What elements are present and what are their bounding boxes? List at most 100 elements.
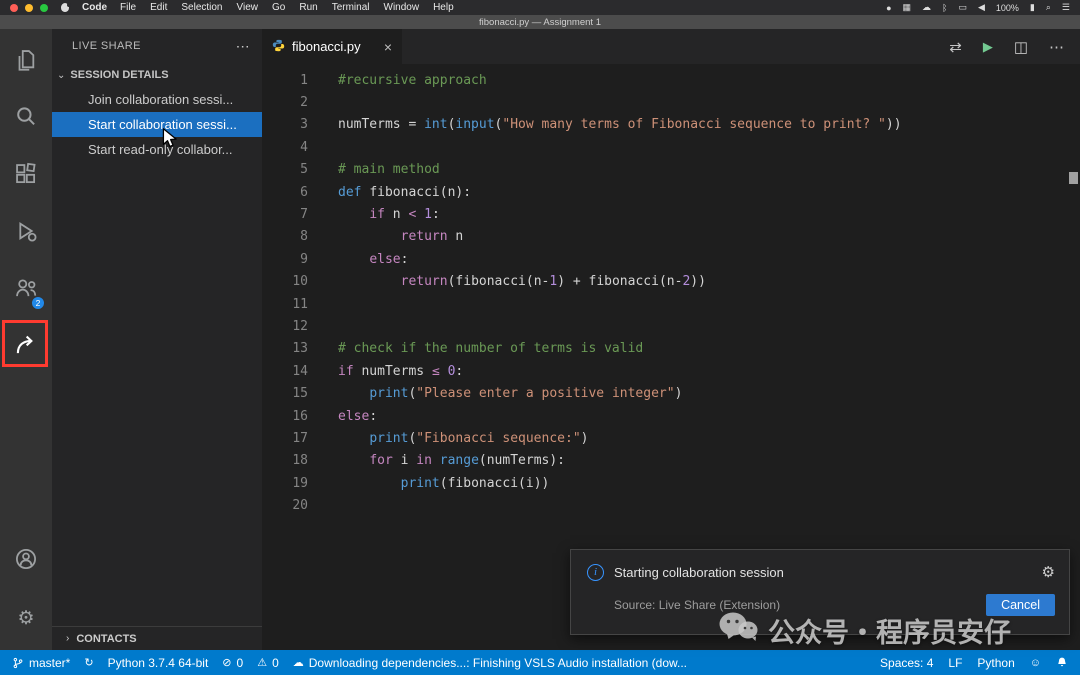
red-annotation-highlight: [2, 320, 48, 367]
activity-search-button[interactable]: [2, 94, 50, 144]
control-center-icon[interactable]: ☰: [1062, 2, 1070, 13]
code-line[interactable]: 7 if n < 1:: [262, 203, 1080, 225]
activity-bar-bottom: ⚙: [2, 536, 50, 650]
session-actions-list: Join collaboration sessi...Start collabo…: [52, 87, 262, 162]
run-file-icon[interactable]: ▶: [983, 39, 993, 55]
zoom-window-button[interactable]: [40, 4, 48, 12]
status-sync[interactable]: ↻: [84, 656, 93, 669]
status-language-mode[interactable]: Python: [977, 656, 1014, 670]
menu-edit[interactable]: Edit: [150, 2, 167, 13]
menu-run[interactable]: Run: [299, 2, 317, 13]
code-text: print(fibonacci(i)): [338, 476, 549, 491]
sidebar-item-join-collaboration-session[interactable]: Join collaboration sessi...: [52, 87, 262, 112]
account-button[interactable]: [2, 536, 50, 586]
code-text: print("Fibonacci sequence:"): [338, 431, 588, 446]
settings-button[interactable]: ⚙: [2, 593, 50, 643]
status-git-branch[interactable]: master*: [12, 656, 70, 670]
line-number: 10: [262, 274, 308, 289]
activity-accounts-button[interactable]: 2: [2, 265, 50, 315]
status-git-branch-label: master*: [29, 656, 70, 670]
notification-settings-icon[interactable]: ⚙: [1042, 563, 1055, 581]
code-line[interactable]: 11: [262, 293, 1080, 315]
notification-title: Starting collaboration session: [614, 565, 784, 580]
close-window-button[interactable]: [10, 4, 18, 12]
code-line[interactable]: 2: [262, 91, 1080, 113]
more-actions-icon[interactable]: ⋯: [1049, 38, 1064, 56]
battery-percent-label[interactable]: 100%: [996, 3, 1019, 13]
status-feedback[interactable]: ☺: [1030, 657, 1041, 669]
line-number: 15: [262, 386, 308, 401]
code-line[interactable]: 9 else:: [262, 248, 1080, 270]
status-download-status[interactable]: ☁Downloading dependencies...: Finishing …: [293, 656, 687, 670]
apple-menu-icon[interactable]: [61, 3, 69, 12]
menu-selection[interactable]: Selection: [181, 2, 222, 13]
code-line[interactable]: 6def fibonacci(n):: [262, 181, 1080, 203]
sidebar-item-start-readonly-collaboration-session[interactable]: Start read-only collabor...: [52, 137, 262, 162]
code-line[interactable]: 16else:: [262, 405, 1080, 427]
menu-help[interactable]: Help: [433, 2, 454, 13]
status-problems-errors-label: 0: [237, 656, 244, 670]
section-label: SESSION DETAILS: [70, 69, 168, 81]
sync-icon: ↻: [84, 656, 93, 669]
code-line[interactable]: 18 for i in range(numTerms):: [262, 450, 1080, 472]
code-line[interactable]: 19 print(fibonacci(i)): [262, 472, 1080, 494]
accounts-badge: 2: [31, 296, 45, 310]
more-actions-icon[interactable]: ⋯: [236, 38, 250, 55]
menu-terminal[interactable]: Terminal: [332, 2, 370, 13]
menu-view[interactable]: View: [237, 2, 259, 13]
code-line[interactable]: 12: [262, 315, 1080, 337]
recording-indicator-icon[interactable]: ●: [886, 3, 891, 13]
status-download-status-label: Downloading dependencies...: Finishing V…: [309, 656, 687, 670]
status-notifications-bell[interactable]: [1056, 656, 1068, 669]
stats-icon[interactable]: ▦: [903, 2, 912, 13]
activity-run-debug-button[interactable]: [2, 208, 50, 258]
code-line[interactable]: 14if numTerms ≤ 0:: [262, 360, 1080, 382]
notification-toast: i Starting collaboration session ⚙ Sourc…: [570, 549, 1070, 635]
code-line[interactable]: 4: [262, 136, 1080, 158]
code-line[interactable]: 3numTerms = int(input("How many terms of…: [262, 114, 1080, 136]
branch-icon: [12, 656, 24, 670]
status-indentation-label: Spaces: 4: [880, 656, 933, 670]
display-icon[interactable]: ▭: [958, 2, 967, 13]
status-eol[interactable]: LF: [948, 656, 962, 670]
sidebar-item-start-collaboration-session[interactable]: Start collaboration sessi...: [52, 112, 262, 137]
menu-go[interactable]: Go: [272, 2, 285, 13]
cancel-button[interactable]: Cancel: [986, 594, 1055, 616]
minimize-window-button[interactable]: [25, 4, 33, 12]
code-line[interactable]: 8 return n: [262, 226, 1080, 248]
status-python-interpreter[interactable]: Python 3.7.4 64-bit: [108, 656, 209, 670]
code-line[interactable]: 15 print("Please enter a positive intege…: [262, 382, 1080, 404]
code-line[interactable]: 13# check if the number of terms is vali…: [262, 338, 1080, 360]
notification-source: Source: Live Share (Extension): [614, 598, 780, 612]
notification-footer: Source: Live Share (Extension) Cancel: [571, 581, 1069, 616]
status-indentation[interactable]: Spaces: 4: [880, 656, 933, 670]
code-line[interactable]: 20: [262, 494, 1080, 516]
split-editor-icon[interactable]: ◫: [1014, 38, 1028, 56]
bluetooth-icon[interactable]: ᛒ: [942, 3, 947, 13]
window-title-bar[interactable]: fibonacci.py — Assignment 1: [0, 15, 1080, 29]
search-icon: [13, 104, 39, 135]
battery-icon[interactable]: ▮: [1030, 2, 1035, 13]
compare-changes-icon[interactable]: ⇄: [949, 38, 962, 56]
app-menu[interactable]: Code: [82, 2, 107, 13]
code-line[interactable]: 1#recursive approach: [262, 69, 1080, 91]
volume-icon[interactable]: ◀: [978, 2, 985, 13]
spotlight-search-icon[interactable]: ⌕: [1046, 2, 1051, 13]
editor-scrollbar[interactable]: [1069, 172, 1078, 184]
menu-window[interactable]: Window: [384, 2, 420, 13]
status-problems-warnings[interactable]: ⚠0: [257, 656, 279, 670]
status-problems-errors[interactable]: ⊘0: [222, 656, 243, 670]
code-line[interactable]: 10 return(fibonacci(n-1) + fibonacci(n-2…: [262, 271, 1080, 293]
code-line[interactable]: 5# main method: [262, 159, 1080, 181]
code-line[interactable]: 17 print("Fibonacci sequence:"): [262, 427, 1080, 449]
line-number: 20: [262, 498, 308, 513]
section-contacts[interactable]: › CONTACTS: [52, 626, 262, 650]
tab-fibonacci-py[interactable]: fibonacci.py ×: [262, 29, 402, 64]
tab-close-icon[interactable]: ×: [384, 39, 392, 55]
activity-explorer-button[interactable]: [2, 37, 50, 87]
cloud-sync-icon[interactable]: ☁: [922, 2, 931, 13]
menu-file[interactable]: File: [120, 2, 136, 13]
activity-extensions-button[interactable]: [2, 151, 50, 201]
line-number: 1: [262, 73, 308, 88]
section-session-details[interactable]: ⌄ SESSION DETAILS: [52, 63, 262, 87]
